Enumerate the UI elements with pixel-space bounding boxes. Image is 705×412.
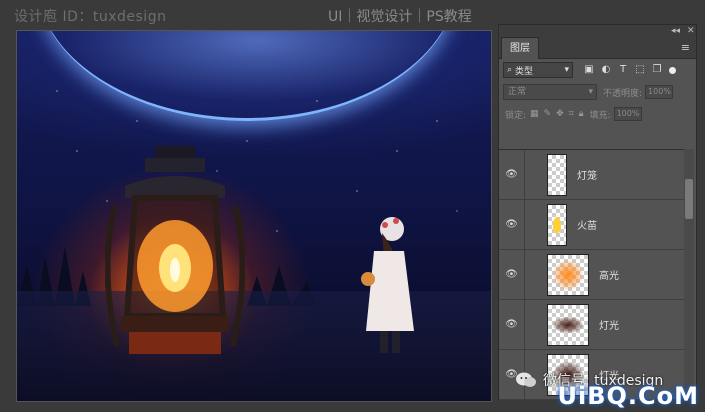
layer-name: 火苗 (577, 221, 597, 232)
layer-name: 灯笼 (577, 171, 597, 182)
close-icon[interactable]: ✕ (687, 25, 695, 37)
layers-panel: ◂◂ ✕ 图层 ≡ ⌕ 类型 ▾ ▣ ◐ T ⬚ ❐ 正常 ▾ 不透明度: 10… (498, 24, 697, 400)
layer-name: 灯光 (599, 321, 619, 332)
opacity-label: 不透明度: (603, 88, 643, 99)
tab-layers[interactable]: 图层 (501, 37, 539, 59)
layer-list: 👁︎ 灯笼 👁︎ 火苗 👁︎ 高光 👁︎ 灯光 👁︎ 灯光 (499, 149, 684, 400)
adjustment-filter-icon[interactable]: ◐ (600, 64, 612, 76)
lantern-illustration (105, 146, 245, 354)
layer-row[interactable]: 👁︎ 灯光 (499, 300, 684, 350)
layer-name: 高光 (599, 271, 619, 282)
opacity-field[interactable]: 100% (645, 85, 674, 99)
type-filter-icon[interactable]: T (617, 64, 629, 76)
lock-row: 锁定: ▦ ✎ ✥ ⌗ 🔒︎ 填充: 100% (499, 103, 696, 125)
blend-mode-value: 正常 (508, 87, 527, 97)
eye-icon[interactable]: 👁︎ (501, 269, 523, 280)
scroll-thumb[interactable] (685, 179, 693, 219)
site-logo: UiBQ.CoM (557, 382, 699, 410)
lock-move-icon[interactable]: ✥ (556, 109, 564, 119)
filter-icons: ▣ ◐ T ⬚ ❐ (583, 64, 663, 76)
blend-mode-select[interactable]: 正常 ▾ (503, 84, 597, 100)
shape-filter-icon[interactable]: ⬚ (634, 64, 646, 76)
eye-icon[interactable]: 👁︎ (501, 169, 523, 180)
lock-icons: ▦ ✎ ✥ ⌗ 🔒︎ (530, 109, 583, 119)
layer-row[interactable]: 👁︎ 高光 (499, 250, 684, 300)
top-watermark: 设计庖 ID：tuxdesign (14, 9, 167, 25)
layer-thumbnail (547, 253, 589, 296)
document-canvas[interactable] (16, 30, 492, 402)
top-title: UI｜视觉设计｜PS教程 (328, 9, 472, 25)
filter-row: ⌕ 类型 ▾ ▣ ◐ T ⬚ ❐ (499, 59, 696, 81)
layer-filter-select[interactable]: ⌕ 类型 ▾ (503, 62, 573, 78)
layer-thumbnail (547, 203, 567, 246)
chevron-down-icon: ▾ (564, 65, 569, 75)
collapse-icon[interactable]: ◂◂ (671, 25, 680, 37)
lock-label: 锁定: (505, 110, 527, 121)
layers-scrollbar[interactable] (684, 149, 694, 395)
lock-all-icon[interactable]: 🔒︎ (579, 109, 584, 119)
layer-row[interactable]: 👁︎ 灯笼 (499, 150, 684, 200)
filter-toggle[interactable] (669, 66, 676, 74)
layer-row[interactable]: 👁︎ 火苗 (499, 200, 684, 250)
panel-tabbar: 图层 ≡ (499, 37, 696, 59)
lock-artboard-icon[interactable]: ⌗ (569, 109, 574, 119)
girl-figure (361, 217, 414, 353)
lock-brush-icon[interactable]: ✎ (544, 109, 552, 119)
chevron-down-icon: ▾ (588, 87, 593, 97)
layer-thumbnail (547, 303, 589, 346)
fill-field[interactable]: 100% (613, 107, 642, 121)
search-icon: ⌕ (507, 65, 513, 75)
panel-titlebar: ◂◂ ✕ (499, 25, 696, 37)
eye-icon[interactable]: 👁︎ (501, 319, 523, 330)
filter-kind-value: 类型 (515, 66, 534, 77)
panel-menu-icon[interactable]: ≡ (681, 41, 690, 54)
eye-icon[interactable]: 👁︎ (501, 219, 523, 230)
wechat-icon (516, 372, 536, 387)
layer-thumbnail (547, 153, 567, 196)
fill-label: 填充: (589, 110, 611, 121)
blend-row: 正常 ▾ 不透明度: 100% (499, 81, 696, 103)
lock-transparent-icon[interactable]: ▦ (530, 109, 539, 119)
smart-object-filter-icon[interactable]: ❐ (651, 64, 663, 76)
pixel-filter-icon[interactable]: ▣ (583, 64, 595, 76)
